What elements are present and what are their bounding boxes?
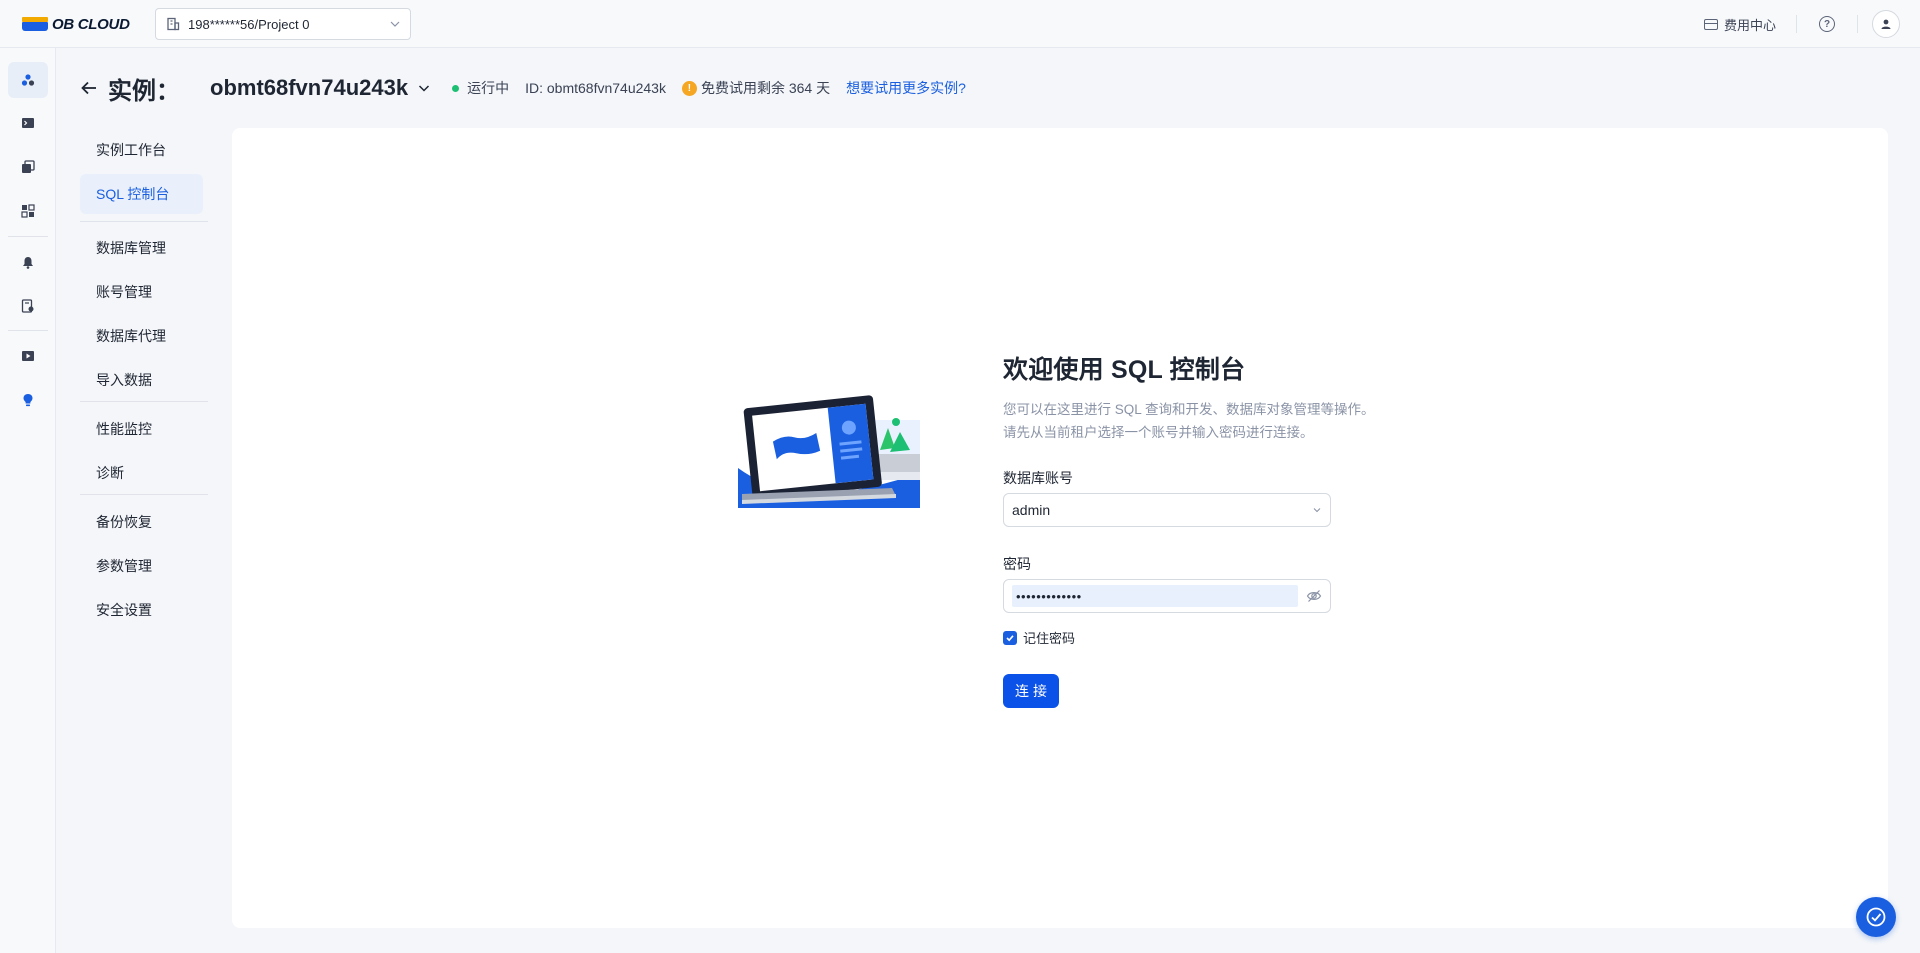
- status-badge: 运行中: [467, 80, 510, 96]
- back-arrow-icon[interactable]: [80, 79, 98, 97]
- menu-item-database-mgmt[interactable]: 数据库管理: [80, 228, 203, 268]
- chevron-down-icon: [390, 21, 400, 27]
- account-select-value: admin: [1012, 502, 1051, 518]
- remember-password-label: 记住密码: [1023, 631, 1076, 646]
- account-label: 数据库账号: [1003, 470, 1073, 486]
- warning-icon: !: [681, 80, 697, 96]
- remember-password-checkbox[interactable]: [1003, 630, 1017, 645]
- help-icon[interactable]: ?: [1819, 16, 1835, 32]
- user-icon: [1881, 19, 1891, 29]
- menu-divider: [80, 401, 208, 402]
- logo-mark-icon: [22, 17, 48, 31]
- project-select[interactable]: 198******56/Project 0: [155, 8, 411, 40]
- chevron-down-icon: [1313, 508, 1321, 513]
- instance-switch-chevron-icon[interactable]: [418, 82, 430, 94]
- welcome-desc-line1: 您可以在这里进行 SQL 查询和开发、数据库对象管理等操作。: [1003, 402, 1375, 417]
- password-field[interactable]: •••••••••••••: [1003, 579, 1331, 613]
- instance-header: 实例： obmt68fvn74u243k 运行中 ID: obmt68fvn74…: [80, 72, 966, 105]
- rail-divider: [8, 330, 48, 331]
- left-rail: [0, 48, 56, 953]
- instance-name[interactable]: obmt68fvn74u243k: [210, 75, 408, 101]
- menu-item-db-proxy[interactable]: 数据库代理: [80, 316, 203, 356]
- rail-lightbulb-icon[interactable]: [8, 382, 48, 418]
- remember-password: 记住密码: [1003, 628, 1075, 647]
- rail-resources-icon[interactable]: [8, 149, 48, 185]
- billing-label: 费用中心: [1723, 17, 1776, 33]
- building-icon: [167, 17, 180, 31]
- user-avatar[interactable]: [1872, 10, 1900, 38]
- password-input[interactable]: •••••••••••••: [1012, 585, 1298, 607]
- main-panel: [232, 128, 1888, 928]
- menu-item-sql-console[interactable]: SQL 控制台: [80, 174, 203, 214]
- check-circle-icon: [1866, 907, 1886, 927]
- password-label: 密码: [1003, 556, 1031, 572]
- divider: [1857, 15, 1858, 33]
- rail-instances-icon[interactable]: [8, 62, 48, 98]
- divider: [1796, 15, 1797, 33]
- trial-more-link[interactable]: 想要试用更多实例?: [846, 78, 966, 98]
- menu-item-account-mgmt[interactable]: 账号管理: [80, 272, 203, 312]
- connect-button[interactable]: 连接: [1003, 674, 1059, 708]
- menu-item-import-data[interactable]: 导入数据: [80, 360, 203, 400]
- rail-video-icon[interactable]: [8, 338, 48, 374]
- logo-text: OB CLOUD: [52, 15, 130, 33]
- ob-cloud-logo[interactable]: OB CLOUD: [22, 15, 130, 33]
- account-select[interactable]: admin: [1003, 493, 1331, 527]
- trial-remaining: 免费试用剩余 364 天: [700, 80, 831, 96]
- menu-item-performance[interactable]: 性能监控: [80, 409, 203, 449]
- menu-item-workbench[interactable]: 实例工作台: [80, 130, 203, 170]
- rail-alert-bell-icon[interactable]: [8, 244, 48, 280]
- menu-item-diagnosis[interactable]: 诊断: [80, 453, 203, 493]
- instance-id: ID: obmt68fvn74u243k: [525, 80, 666, 96]
- menu-item-backup[interactable]: 备份恢复: [80, 502, 203, 542]
- menu-item-security[interactable]: 安全设置: [80, 590, 203, 630]
- menu-divider: [80, 494, 208, 495]
- laptop-illustration: [738, 395, 920, 508]
- rail-divider: [8, 236, 48, 237]
- credit-card-icon: [1703, 18, 1718, 30]
- project-select-value: 198******56/Project 0: [188, 16, 310, 32]
- rail-migration-icon[interactable]: [8, 193, 48, 229]
- billing-center-link[interactable]: 费用中心: [1703, 15, 1776, 34]
- welcome-section: 欢迎使用 SQL 控制台 您可以在这里进行 SQL 查询和开发、数据库对象管理等…: [1003, 350, 1483, 444]
- menu-item-parameters[interactable]: 参数管理: [80, 546, 203, 586]
- top-bar: OB CLOUD 198******56/Project 0 费用中心 ?: [0, 0, 1920, 48]
- rail-audit-icon[interactable]: [8, 288, 48, 324]
- checkmark-icon: [1006, 634, 1014, 641]
- rail-console-icon[interactable]: [8, 105, 48, 141]
- page-title: 实例：: [108, 77, 180, 105]
- status-dot: [452, 84, 460, 92]
- floating-assistant-button[interactable]: [1856, 897, 1896, 937]
- welcome-desc-line2: 请先从当前租户选择一个账号并输入密码进行连接。: [1003, 425, 1314, 440]
- welcome-title: 欢迎使用 SQL 控制台: [1003, 356, 1246, 384]
- eye-hidden-icon[interactable]: [1306, 588, 1322, 604]
- menu-divider: [80, 221, 208, 222]
